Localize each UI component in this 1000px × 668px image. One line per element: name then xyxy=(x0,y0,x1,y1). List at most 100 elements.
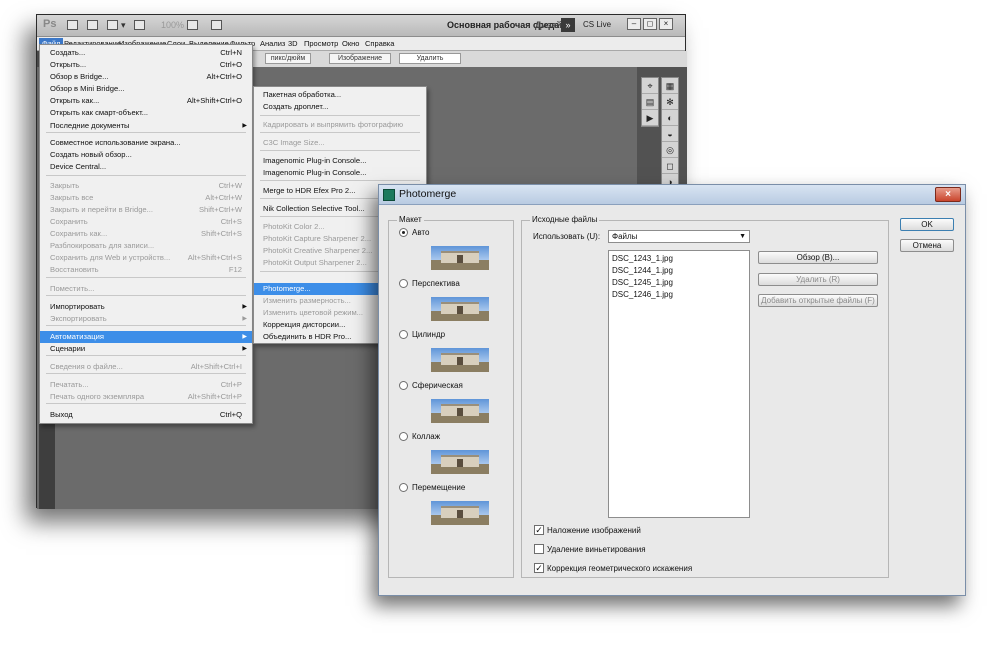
preview-door xyxy=(457,510,463,518)
file-menu-item-13[interactable]: Закрыть и перейти в Bridge... Shift+Ctrl+… xyxy=(40,204,252,216)
automation-item-2[interactable]: Создать дроплет... xyxy=(254,101,426,113)
file-menu-item-23[interactable]: Сценарии ▶ xyxy=(40,343,252,355)
file-menu-item-24[interactable]: Сведения о файле... Alt+Shift+Ctrl+I xyxy=(40,361,252,373)
file-menu-item-4[interactable]: Обзор в Mini Bridge... xyxy=(40,83,252,95)
automation-item-4[interactable]: C3C Image Size... xyxy=(254,137,426,149)
file-menu-item-18[interactable]: Восстановить F12 xyxy=(40,264,252,276)
menu-item-label: Изменить цветовой режим... xyxy=(263,308,364,317)
screen-mode-icon[interactable] xyxy=(211,20,222,30)
dialog-title-bar[interactable]: Photomerge × xyxy=(379,185,965,205)
radio-button[interactable] xyxy=(399,228,408,237)
source-file-list[interactable]: DSC_1243_1.jpg DSC_1244_1.jpg DSC_1245_1.j… xyxy=(608,250,750,518)
zoom-level[interactable]: 100% xyxy=(161,19,184,32)
file-menu-item-1[interactable]: Создать... Ctrl+N xyxy=(40,47,252,59)
layout-group: Макет Авто Перспектива Цилиндр Сферическая К… xyxy=(388,215,514,578)
file-menu-item-20[interactable]: Импортировать ▶ xyxy=(40,301,252,313)
cs-live-button[interactable]: CS Live xyxy=(583,20,611,29)
file-menu-item-25[interactable]: Печатать... Ctrl+P xyxy=(40,379,252,391)
file-menu-item-22[interactable]: Автоматизация ▶ xyxy=(40,331,252,343)
menu-item-shortcut: Alt+Ctrl+W xyxy=(205,193,242,202)
bridge-icon[interactable] xyxy=(67,20,78,30)
extras-icon[interactable] xyxy=(107,20,118,30)
radio-button[interactable] xyxy=(399,330,408,339)
file-menu-item-15[interactable]: Сохранить как... Shift+Ctrl+S xyxy=(40,228,252,240)
file-list-item[interactable]: DSC_1246_1.jpg xyxy=(612,289,673,300)
cancel-button[interactable]: Отмена xyxy=(900,239,954,252)
file-menu-item-14[interactable]: Сохранить Ctrl+S xyxy=(40,216,252,228)
more-workspaces-button[interactable]: » xyxy=(561,18,575,32)
automation-item-3[interactable]: Кадрировать и выпрямить фотографию xyxy=(254,119,426,131)
layers-icon[interactable]: ▦ xyxy=(662,78,678,94)
browse-button[interactable]: Обзор (B)... xyxy=(758,251,878,264)
checkbox[interactable] xyxy=(534,544,544,554)
file-menu-item-8[interactable]: Совместное использование экрана... xyxy=(40,137,252,149)
maximize-button[interactable]: ◻ xyxy=(643,18,657,30)
file-list-item[interactable]: DSC_1245_1.jpg xyxy=(612,277,673,288)
info-icon[interactable]: ▤ xyxy=(642,94,658,110)
remove-button[interactable]: Удалить (R) xyxy=(758,273,878,286)
layout-option-label: Цилиндр xyxy=(412,330,446,339)
use-select[interactable]: Файлы ▼ xyxy=(608,230,750,243)
file-menu-item-5[interactable]: Открыть как... Alt+Shift+Ctrl+O xyxy=(40,95,252,107)
checkbox[interactable]: ✓ xyxy=(534,525,544,535)
file-menu-item-2[interactable]: Открыть... Ctrl+O xyxy=(40,59,252,71)
file-list-item[interactable]: DSC_1243_1.jpg xyxy=(612,253,673,264)
menu-item-label: Последние документы xyxy=(50,121,130,130)
checkbox[interactable]: ✓ xyxy=(534,563,544,573)
menu-window[interactable]: Окно xyxy=(339,38,362,50)
file-menu-item-7[interactable]: Последние документы ▶ xyxy=(40,120,252,132)
radio-button[interactable] xyxy=(399,432,408,441)
menu-item-label: Печать одного экземпляра xyxy=(50,392,145,401)
radio-button[interactable] xyxy=(399,279,408,288)
file-menu-item-3[interactable]: Обзор в Bridge... Alt+Ctrl+O xyxy=(40,71,252,83)
history-icon[interactable]: ⌖ xyxy=(642,78,658,94)
channels-icon[interactable]: ◎ xyxy=(662,142,678,158)
ok-button[interactable]: OK xyxy=(900,218,954,231)
file-menu-item-9[interactable]: Создать новый обзор... xyxy=(40,149,252,161)
menu-item-label: Обзор в Bridge... xyxy=(50,72,109,81)
file-menu-item-11[interactable]: Закрыть Ctrl+W xyxy=(40,180,252,192)
adjustments-icon[interactable]: ✻ xyxy=(662,94,678,110)
options-bar: пикс/дюйм Изображение Удалить xyxy=(253,51,687,67)
menu-analysis[interactable]: Анализ xyxy=(257,38,288,50)
menu-item-label: PhotoKit Creative Sharpener 2... xyxy=(263,246,373,255)
automation-item-6[interactable]: Imagenomic Plug-in Console... xyxy=(254,167,426,179)
menu-view[interactable]: Просмотр xyxy=(301,38,341,50)
file-menu-item-19[interactable]: Поместить... xyxy=(40,283,252,295)
minimize-button[interactable]: – xyxy=(627,18,641,30)
arrange-documents-icon[interactable] xyxy=(187,20,198,30)
panel-icons-left: ⌖ ▤ ▶ xyxy=(641,77,659,127)
mini-bridge-icon[interactable] xyxy=(87,20,98,30)
file-menu-item-21[interactable]: Экспортировать ▶ xyxy=(40,313,252,325)
automation-item-1[interactable]: Пакетная обработка... xyxy=(254,89,426,101)
add-open-files-button[interactable]: Добавить открытые файлы (F) xyxy=(758,294,878,307)
file-menu-item-26[interactable]: Печать одного экземпляра Alt+Shift+Ctrl+P xyxy=(40,391,252,403)
chevron-down-icon[interactable]: ▾ xyxy=(121,19,126,32)
masks-icon[interactable]: ◐ xyxy=(662,110,678,126)
file-menu-item-10[interactable]: Device Central... xyxy=(40,161,252,173)
menu-3d[interactable]: 3D xyxy=(285,38,301,50)
menu-item-label: Кадрировать и выпрямить фотографию xyxy=(263,120,404,129)
dialog-title: Photomerge xyxy=(399,188,457,200)
close-window-button[interactable]: × xyxy=(659,18,673,30)
file-menu-item-17[interactable]: Сохранить для Web и устройств... Alt+Shif… xyxy=(40,252,252,264)
styles-icon[interactable]: ◒ xyxy=(662,126,678,142)
delete-button[interactable]: Удалить xyxy=(399,53,461,64)
file-menu-item-27[interactable]: Выход Ctrl+Q xyxy=(40,409,252,421)
actions-icon[interactable]: ▶ xyxy=(642,110,658,126)
resolution-units-select[interactable]: пикс/дюйм xyxy=(265,53,311,64)
paths-icon[interactable]: ◻ xyxy=(662,158,678,174)
file-menu-item-6[interactable]: Открыть как смарт-объект... xyxy=(40,107,252,119)
image-button[interactable]: Изображение xyxy=(329,53,391,64)
file-menu-item-16[interactable]: Разблокировать для записи... xyxy=(40,240,252,252)
menu-separator xyxy=(260,180,420,181)
menu-help[interactable]: Справка xyxy=(362,38,397,50)
automation-item-5[interactable]: Imagenomic Plug-in Console... xyxy=(254,155,426,167)
file-list-item[interactable]: DSC_1244_1.jpg xyxy=(612,265,673,276)
zoom-tool-icon[interactable] xyxy=(134,20,145,30)
file-menu-item-12[interactable]: Закрыть все Alt+Ctrl+W xyxy=(40,192,252,204)
radio-button[interactable] xyxy=(399,381,408,390)
close-icon[interactable]: × xyxy=(935,187,961,202)
radio-button[interactable] xyxy=(399,483,408,492)
menu-item-label: Изменить размерность... xyxy=(263,296,351,305)
